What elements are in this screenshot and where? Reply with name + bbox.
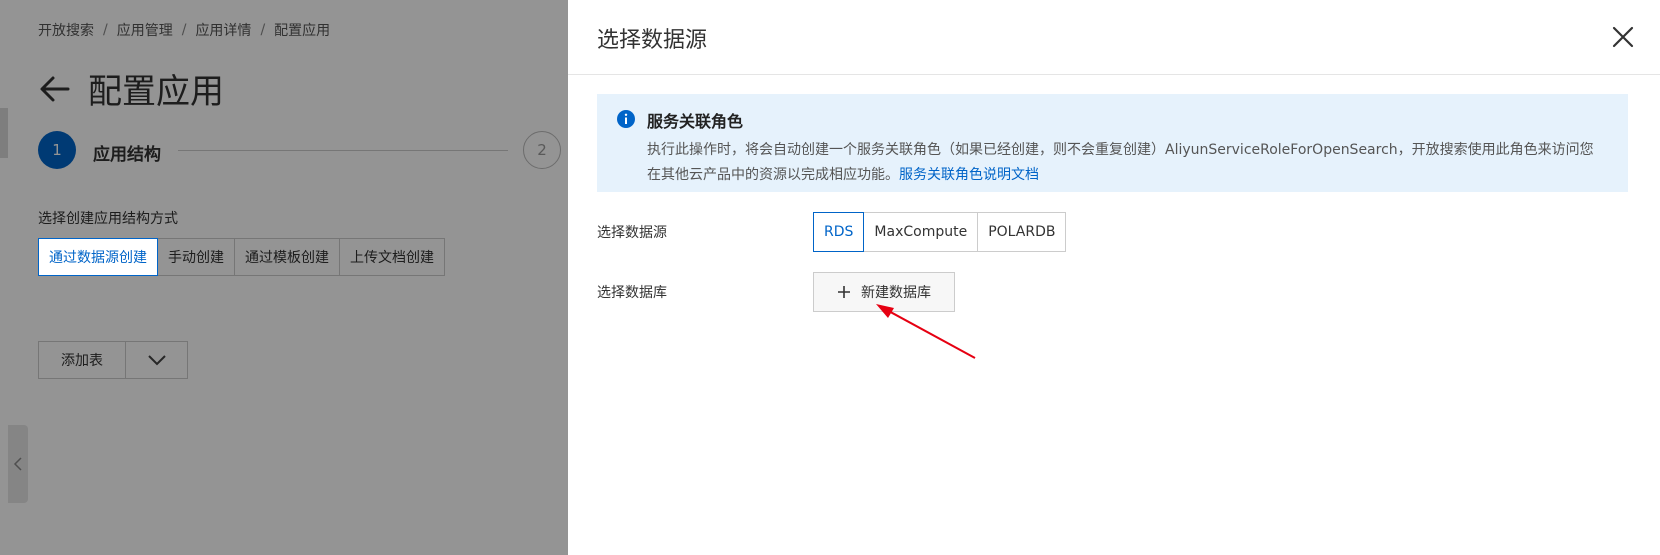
- close-icon[interactable]: [1610, 24, 1636, 50]
- datasource-row: 选择数据源 RDS MaxCompute POLARDB: [597, 212, 1067, 252]
- datasource-rds-button[interactable]: RDS: [813, 212, 865, 252]
- database-label: 选择数据库: [597, 285, 667, 301]
- notice-body: 执行此操作时，将会自动创建一个服务关联角色（如果已经创建，则不会重复创建）Ali…: [647, 138, 1607, 188]
- datasource-drawer: 选择数据源 服务关联角色 执行此操作时，将会自动创建一个服务关联角色（如果已经创…: [568, 0, 1660, 555]
- notice-doc-link[interactable]: 服务关联角色说明文档: [899, 167, 1039, 183]
- notice-title: 服务关联角色: [647, 112, 744, 131]
- mode-datasource-button[interactable]: 通过数据源创建: [38, 238, 158, 276]
- database-row: 选择数据库 新建数据库: [597, 272, 955, 312]
- info-icon: [617, 110, 635, 128]
- drawer-header: 选择数据源: [568, 0, 1660, 75]
- notice-text: 执行此操作时，将会自动创建一个服务关联角色（如果已经创建，则不会重复创建）Ali…: [647, 142, 1594, 183]
- drawer-title: 选择数据源: [597, 28, 708, 53]
- datasource-polardb-button[interactable]: POLARDB: [977, 212, 1067, 252]
- service-role-notice: 服务关联角色 执行此操作时，将会自动创建一个服务关联角色（如果已经创建，则不会重…: [597, 94, 1628, 192]
- modal-mask[interactable]: [0, 0, 568, 555]
- datasource-maxcompute-button[interactable]: MaxCompute: [863, 212, 979, 252]
- new-database-button[interactable]: 新建数据库: [813, 272, 955, 312]
- new-database-label: 新建数据库: [861, 285, 931, 301]
- datasource-options: RDS MaxCompute POLARDB: [813, 212, 1067, 252]
- plus-icon: [838, 286, 850, 298]
- datasource-label: 选择数据源: [597, 225, 667, 241]
